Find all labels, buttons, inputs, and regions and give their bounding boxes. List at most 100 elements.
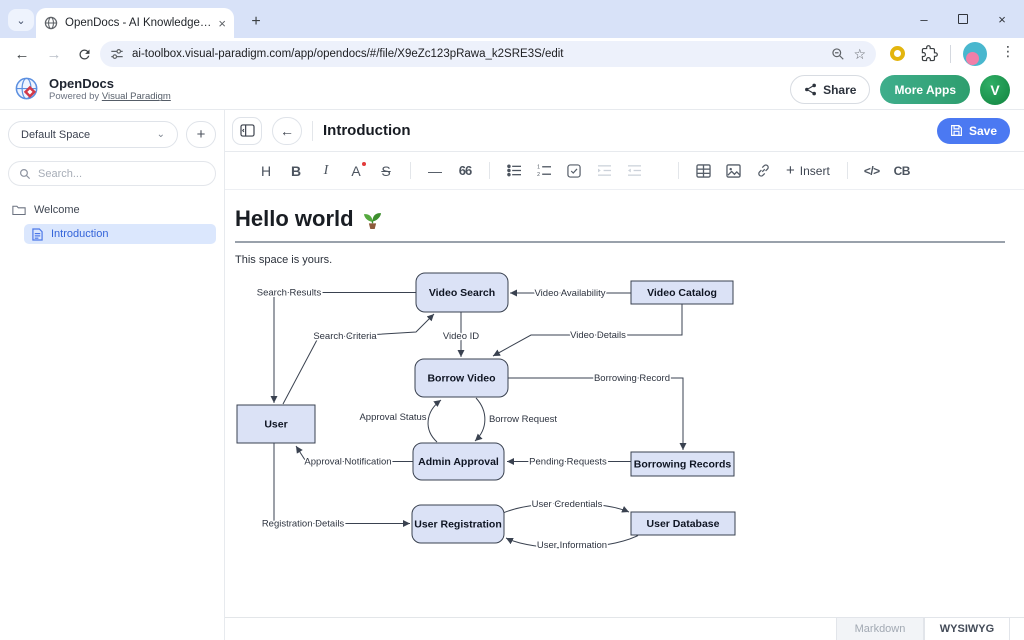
- app-header: OpenDocs Powered by Visual Paradigm Shar…: [0, 70, 1024, 110]
- sidebar-item-introduction[interactable]: Introduction: [24, 224, 216, 244]
- image-icon[interactable]: [718, 158, 748, 184]
- tab-title: OpenDocs - AI Knowledge Base: [65, 17, 211, 29]
- seedling-emoji-icon: [362, 209, 383, 230]
- divider: [312, 121, 313, 141]
- diagram-node-label-user: User: [264, 419, 287, 431]
- flow-diagram-svg: Video SearchVideo CatalogBorrow VideoUse…: [235, 270, 1015, 570]
- inline-code-button[interactable]: </>: [857, 158, 887, 184]
- edge-label-borrow-request: Borrow Request: [489, 414, 557, 425]
- editor-footer: Markdown WYSIWYG: [225, 617, 1024, 640]
- toolbar-separator: [847, 162, 848, 179]
- indent-increase-icon[interactable]: [589, 158, 619, 184]
- diagram-node-label-admin-approval: Admin Approval: [418, 456, 499, 468]
- app-name: OpenDocs: [49, 77, 171, 92]
- indent-decrease-icon[interactable]: [619, 158, 649, 184]
- tab-strip: ⌄ OpenDocs - AI Knowledge Base × + – ×: [0, 0, 1024, 38]
- browser-profile-avatar[interactable]: [963, 42, 987, 66]
- text-color-button[interactable]: A: [341, 158, 371, 184]
- browser-menu-kebab-icon[interactable]: ⋮: [998, 43, 1018, 65]
- toolbar-divider: [950, 45, 951, 63]
- save-button[interactable]: Save: [937, 118, 1010, 144]
- share-icon: [804, 83, 817, 96]
- code-block-button[interactable]: CB: [887, 158, 917, 184]
- reload-icon[interactable]: [72, 42, 96, 66]
- link-icon[interactable]: [748, 158, 778, 184]
- edge-label-video-details: Video Details: [570, 330, 626, 341]
- edge-label-video-availability: Video Availability: [535, 288, 606, 299]
- user-avatar[interactable]: V: [980, 75, 1010, 105]
- powered-by: Powered by Visual Paradigm: [49, 91, 171, 102]
- diagram-node-label-borrow-video: Borrow Video: [427, 373, 495, 385]
- zoom-out-icon[interactable]: [831, 47, 845, 61]
- bookmark-star-icon[interactable]: ☆: [853, 46, 866, 63]
- space-selector[interactable]: Default Space ⌄: [8, 121, 178, 148]
- back-button[interactable]: ←: [272, 117, 302, 145]
- editor-toolbar: H B I A S — 66 12: [225, 152, 1024, 190]
- collapse-sidebar-icon[interactable]: [232, 117, 262, 145]
- app-brand: OpenDocs Powered by Visual Paradigm: [14, 76, 171, 103]
- edge-label-registration-details: Registration Details: [262, 519, 345, 530]
- window-minimize-button[interactable]: –: [916, 12, 932, 27]
- search-icon: [19, 168, 31, 180]
- edge-approval-status: [428, 400, 441, 442]
- url-text: ai-toolbox.visual-paradigm.com/app/opend…: [132, 48, 823, 60]
- address-bar[interactable]: ai-toolbox.visual-paradigm.com/app/opend…: [100, 41, 876, 67]
- window-controls: – ×: [916, 0, 1024, 38]
- browser-back-button[interactable]: ←: [10, 42, 34, 66]
- sidebar: Default Space ⌄ + Search... Welcome: [0, 110, 225, 640]
- visual-paradigm-link[interactable]: Visual Paradigm: [102, 91, 171, 102]
- tab-favicon-globe-icon: [44, 16, 58, 30]
- browser-toolbar: ← → ai-toolbox.visual-paradigm.com/app/o…: [0, 38, 1024, 70]
- diagram-node-label-video-search: Video Search: [429, 287, 495, 299]
- add-space-button[interactable]: +: [186, 121, 216, 148]
- tab-search-chevron-icon[interactable]: ⌄: [8, 9, 34, 31]
- blockquote-button[interactable]: 66: [450, 158, 480, 184]
- document-paragraph: This space is yours.: [235, 254, 332, 266]
- search-input[interactable]: Search...: [8, 161, 216, 186]
- table-icon[interactable]: [688, 158, 718, 184]
- toolbar-separator: [410, 162, 411, 179]
- document-icon: [32, 228, 43, 241]
- extensions-puzzle-icon[interactable]: [921, 45, 938, 62]
- plus-icon: +: [786, 162, 795, 179]
- page-title: Introduction: [323, 122, 410, 139]
- document-header: ← Introduction Save: [225, 110, 1024, 152]
- heading-button[interactable]: H: [251, 158, 281, 184]
- browser-tab[interactable]: OpenDocs - AI Knowledge Base ×: [36, 8, 234, 38]
- diagram-node-label-user-database: User Database: [647, 518, 720, 530]
- checkbox-list-icon[interactable]: [559, 158, 589, 184]
- edge-label-user-credentials: User Credentials: [532, 499, 603, 510]
- new-tab-button[interactable]: +: [244, 10, 268, 34]
- document-heading: Hello world: [235, 206, 383, 232]
- browser-forward-button[interactable]: →: [42, 42, 66, 66]
- insert-button[interactable]: + Insert: [778, 158, 838, 184]
- edge-search-results: [274, 293, 416, 404]
- window-close-button[interactable]: ×: [994, 12, 1010, 27]
- document-editor-area[interactable]: Hello world This space is yours. Video S…: [225, 190, 1024, 617]
- strikethrough-button[interactable]: S: [371, 158, 401, 184]
- wysiwyg-mode-button[interactable]: WYSIWYG: [924, 617, 1010, 640]
- more-apps-button[interactable]: More Apps: [880, 75, 970, 104]
- edge-label-approval-notification: Approval Notification: [304, 457, 391, 468]
- bullet-list-icon[interactable]: [499, 158, 529, 184]
- document-diagram[interactable]: Video SearchVideo CatalogBorrow VideoUse…: [235, 270, 1015, 570]
- numbered-list-icon[interactable]: 12: [529, 158, 559, 184]
- extension-badge-icon[interactable]: [890, 46, 905, 61]
- share-button[interactable]: Share: [790, 75, 870, 104]
- toolbar-separator: [678, 162, 679, 179]
- horizontal-rule-button[interactable]: —: [420, 158, 450, 184]
- toolbar-separator: [489, 162, 490, 179]
- italic-button[interactable]: I: [311, 158, 341, 184]
- chevron-down-icon: ⌄: [157, 129, 165, 140]
- svg-text:2: 2: [537, 172, 540, 177]
- sidebar-item-welcome[interactable]: Welcome: [0, 200, 224, 220]
- site-settings-tune-icon[interactable]: [110, 47, 124, 61]
- diagram-node-label-borrowing-records: Borrowing Records: [634, 459, 732, 471]
- bold-button[interactable]: B: [281, 158, 311, 184]
- tab-close-icon[interactable]: ×: [218, 17, 226, 30]
- window-maximize-button[interactable]: [958, 14, 968, 24]
- edge-label-user-information: User Information: [537, 540, 607, 551]
- markdown-mode-button[interactable]: Markdown: [836, 617, 924, 640]
- folder-icon: [12, 204, 26, 216]
- edge-search-criteria: [283, 314, 434, 404]
